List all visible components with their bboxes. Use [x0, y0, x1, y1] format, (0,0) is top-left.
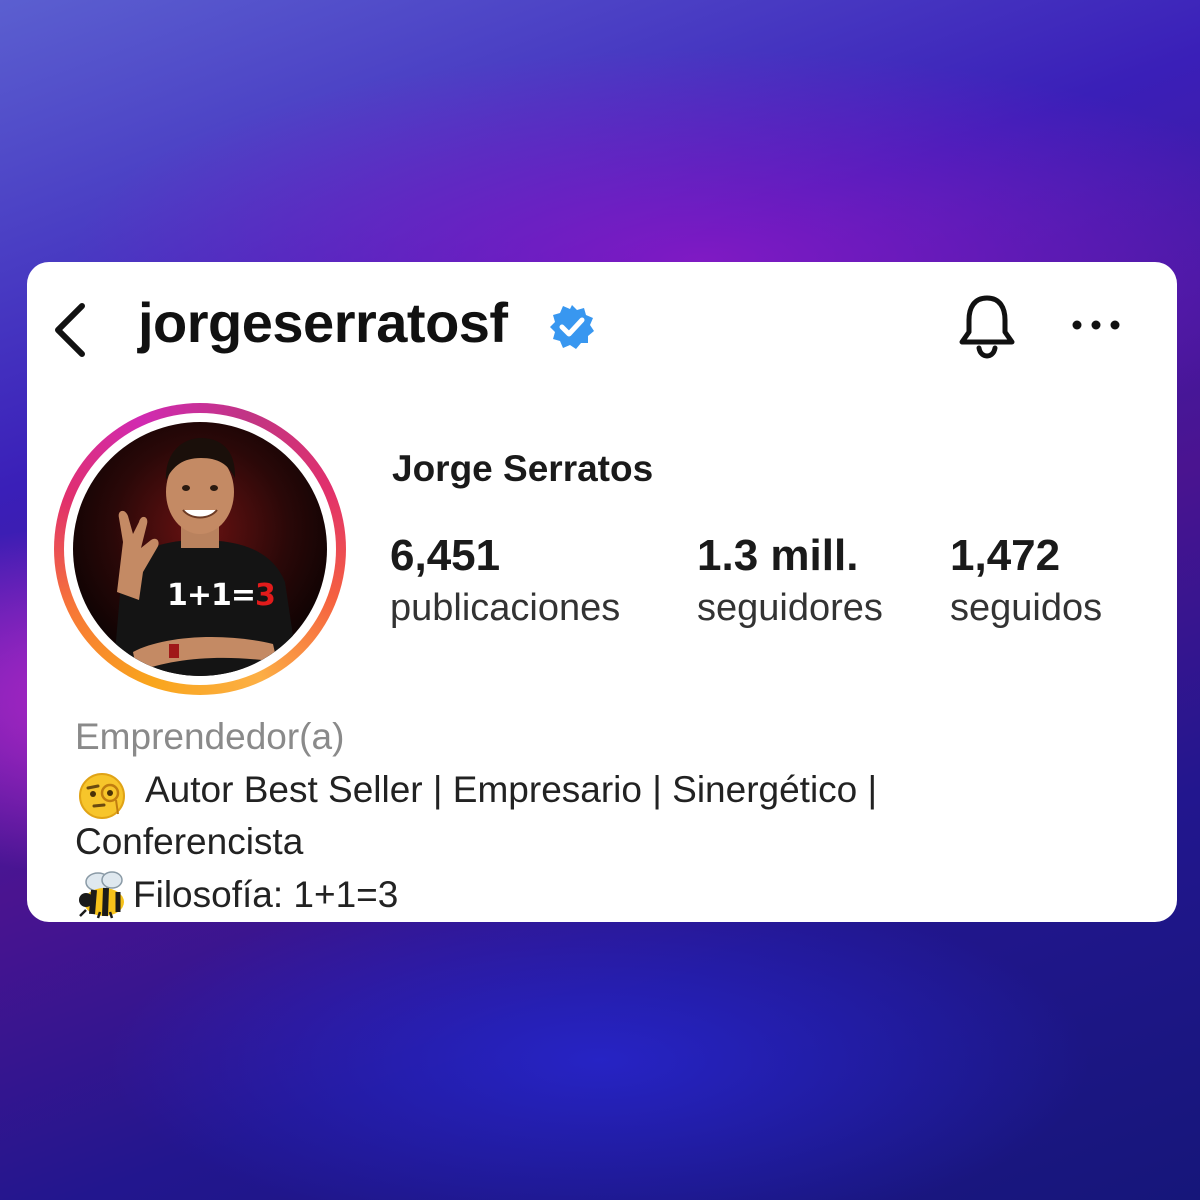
- stat-followers-value: 1.3 mill.: [697, 531, 859, 580]
- stat-following[interactable]: 1,472 seguidos: [950, 530, 1102, 634]
- stat-posts[interactable]: 6,451 publicaciones: [390, 530, 620, 634]
- stat-posts-label: publicaciones: [390, 587, 621, 629]
- avatar[interactable]: 1+1=3: [73, 422, 327, 676]
- shirt-print: 1+1=3: [167, 578, 276, 613]
- back-arrow-icon[interactable]: [50, 300, 90, 360]
- bell-icon[interactable]: [955, 292, 1019, 360]
- verified-badge-icon: [550, 305, 594, 349]
- bee-icon: [79, 871, 124, 919]
- stat-followers[interactable]: 1.3 mill. seguidores: [697, 530, 883, 634]
- stat-followers-label: seguidores: [697, 587, 883, 629]
- stat-following-value: 1,472: [950, 531, 1061, 580]
- profile-username: jorgeserratosf: [138, 291, 508, 354]
- more-options-icon[interactable]: [1070, 315, 1122, 335]
- bio-line-2: Conferencista: [75, 821, 304, 862]
- profile-category: Emprendedor(a): [75, 716, 345, 757]
- bio-line-3: Filosofía: 1+1=3: [133, 874, 399, 915]
- bio-line-1: Autor Best Seller | Empresario | Sinergé…: [145, 769, 878, 810]
- display-name: Jorge Serratos: [392, 448, 654, 489]
- avatar-photo: [113, 438, 299, 676]
- face-with-monocle-icon: [79, 773, 125, 819]
- stat-posts-value: 6,451: [390, 531, 501, 580]
- stat-following-label: seguidos: [950, 587, 1103, 629]
